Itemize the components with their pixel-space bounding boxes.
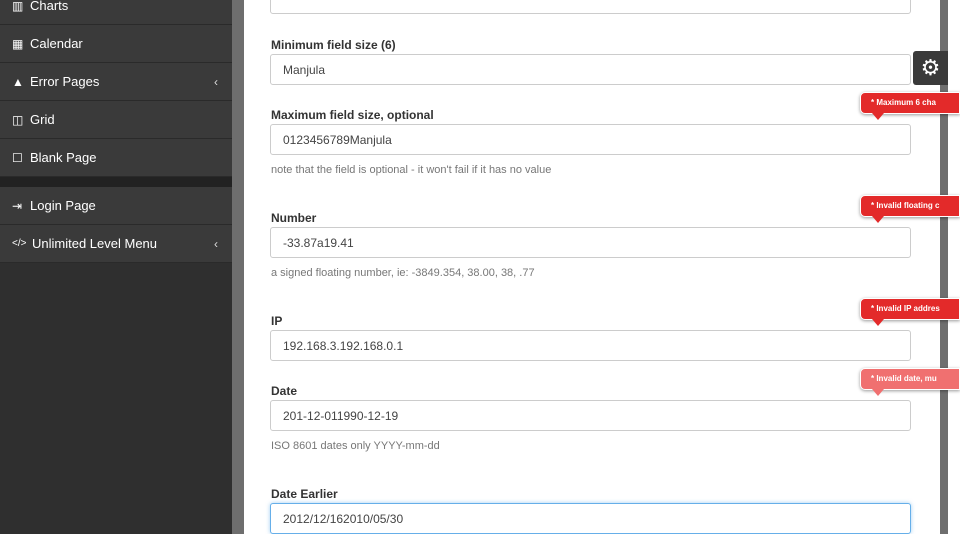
sidebar-item-calendar[interactable]: ▦ Calendar: [0, 25, 232, 63]
sidebar-item-label: Calendar: [30, 36, 83, 51]
ip-error-tooltip[interactable]: * Invalid IP addres: [860, 298, 960, 320]
tooltip-arrow: [872, 319, 884, 326]
content-gutter: [232, 0, 244, 534]
number-label: Number: [271, 211, 317, 225]
sidebar-item-label: Unlimited Level Menu: [32, 236, 158, 251]
max-size-help: note that the field is optional - it won…: [271, 164, 552, 176]
ip-input[interactable]: [270, 330, 911, 361]
sidebar-item-label: Blank Page: [30, 150, 97, 165]
calendar-icon: ▦: [12, 36, 24, 51]
sidebar-item-label: Charts: [30, 0, 69, 13]
sidebar-divider: [0, 177, 232, 187]
number-help: a signed floating number, ie: -3849.354,…: [271, 267, 535, 279]
sidebar-item-charts[interactable]: ▥ Charts: [0, 0, 232, 25]
chevron-left-icon: ‹: [214, 237, 218, 251]
sidebar-item-unlimited-level-menu[interactable]: </> Unlimited Level Menu ‹: [0, 225, 232, 263]
date-label: Date: [271, 384, 298, 398]
sidebar-item-login-page[interactable]: ⇥ Login Page: [0, 187, 232, 225]
max-size-label: Maximum field size, optional: [271, 108, 434, 122]
square-icon: ☐: [12, 150, 23, 165]
sidebar-item-label: Grid: [30, 112, 55, 127]
ip-label: IP: [271, 314, 283, 328]
tooltip-arrow: [872, 216, 884, 223]
date-error-tooltip[interactable]: * Invalid date, mu: [860, 368, 960, 390]
code-icon: </>: [12, 238, 27, 249]
max-size-error-tooltip[interactable]: * Maximum 6 cha: [860, 92, 960, 114]
min-size-label: Minimum field size (6): [271, 38, 396, 52]
columns-icon: ◫: [12, 112, 24, 127]
max-size-input[interactable]: [270, 124, 911, 155]
min-size-input[interactable]: [270, 54, 911, 85]
number-error-tooltip[interactable]: * Invalid floating c: [860, 195, 960, 217]
sign-in-icon: ⇥: [12, 198, 23, 213]
sidebar-item-grid[interactable]: ◫ Grid: [0, 101, 232, 139]
page-edge: [948, 0, 960, 534]
date-input[interactable]: [270, 400, 911, 431]
tooltip-arrow: [872, 113, 884, 120]
sidebar-item-blank-page[interactable]: ☐ Blank Page: [0, 139, 232, 177]
tooltip-arrow: [872, 389, 884, 396]
gears-icon[interactable]: ⚙: [913, 51, 948, 85]
bar-chart-icon: ▥: [12, 0, 24, 13]
date-help: ISO 8601 dates only YYYY-mm-dd: [271, 440, 440, 452]
sidebar-item-label: Login Page: [30, 198, 96, 213]
number-input[interactable]: [270, 227, 911, 258]
sidebar-item-label: Error Pages: [30, 74, 100, 89]
sidebar-item-error-pages[interactable]: ▲ Error Pages ‹: [0, 63, 232, 101]
date-earlier-input[interactable]: [270, 503, 911, 534]
chevron-left-icon: ‹: [214, 75, 218, 89]
date-earlier-label: Date Earlier: [271, 487, 338, 501]
sidebar: ▥ Charts ▦ Calendar ▲ Error Pages ‹ ◫ Gr…: [0, 0, 232, 534]
warning-icon: ▲: [12, 74, 24, 89]
top-field[interactable]: [270, 0, 911, 14]
